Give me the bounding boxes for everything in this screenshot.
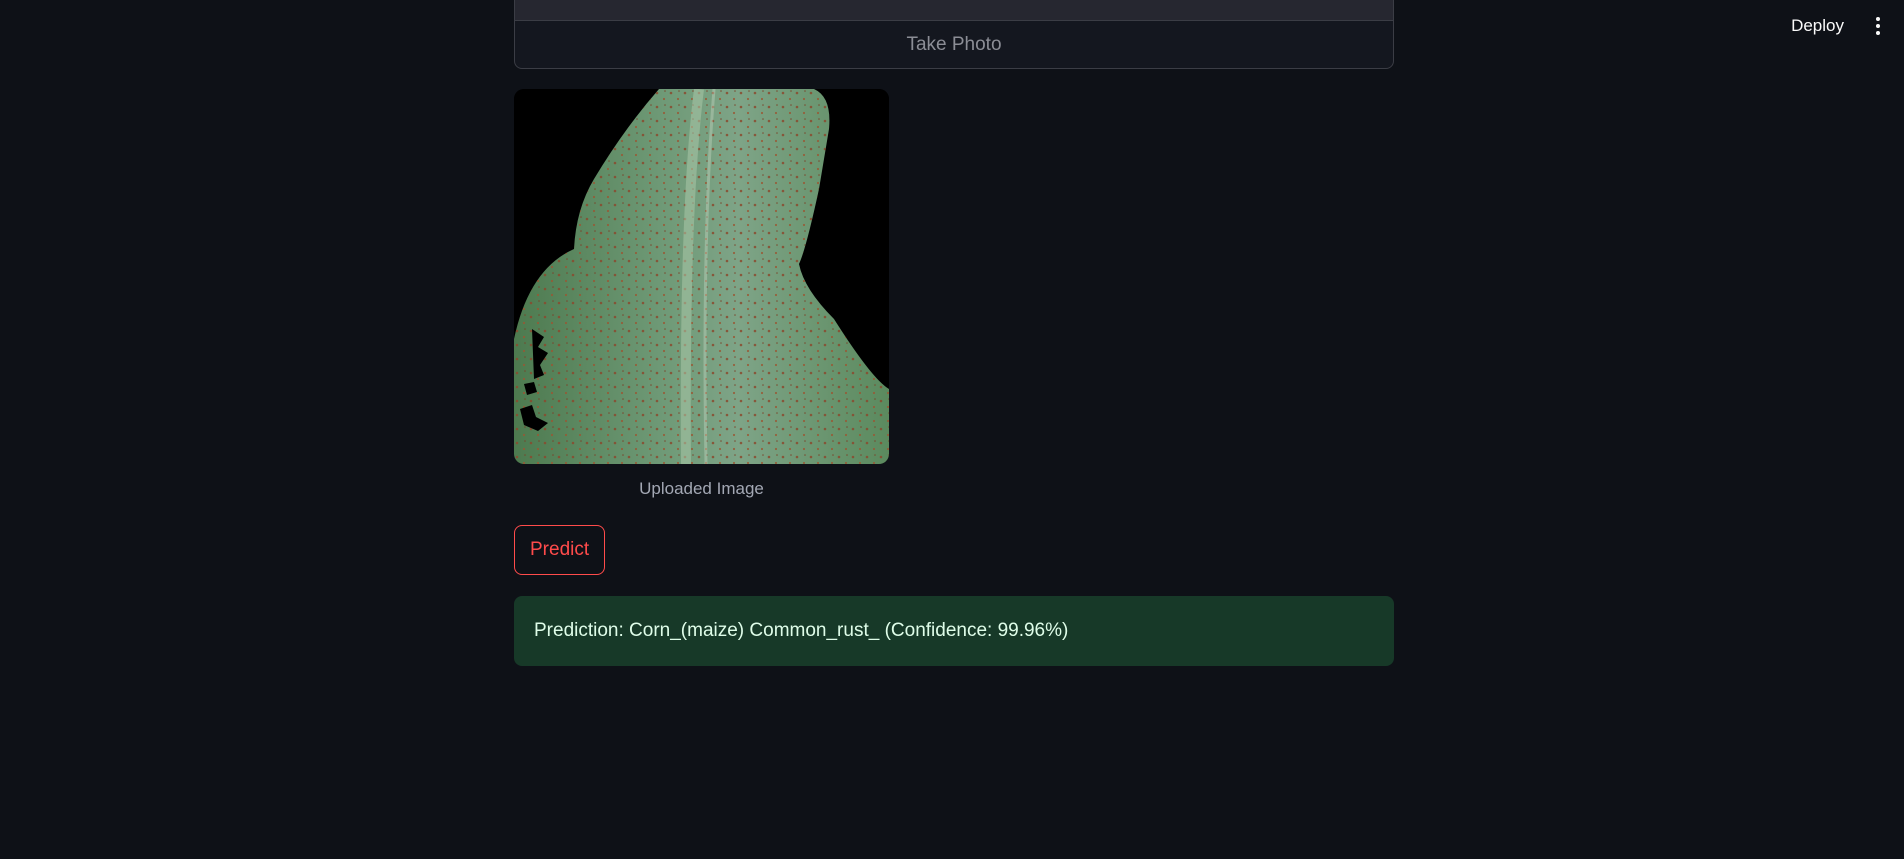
predict-button[interactable]: Predict (514, 525, 606, 575)
uploaded-image-block: Uploaded Image (514, 89, 889, 499)
prediction-result: Prediction: Corn_(maize) Common_rust_ (C… (514, 596, 1394, 666)
main-content: Take Photo Uploaded Image Predict Predic… (514, 0, 1394, 666)
uploaded-leaf-image (514, 89, 889, 464)
image-caption: Uploaded Image (639, 479, 764, 498)
more-vertical-icon[interactable] (1866, 11, 1890, 41)
header-actions: Deploy (1779, 10, 1890, 42)
deploy-button[interactable]: Deploy (1779, 10, 1856, 42)
take-photo-button[interactable]: Take Photo (514, 20, 1394, 69)
camera-preview (514, 0, 1394, 20)
